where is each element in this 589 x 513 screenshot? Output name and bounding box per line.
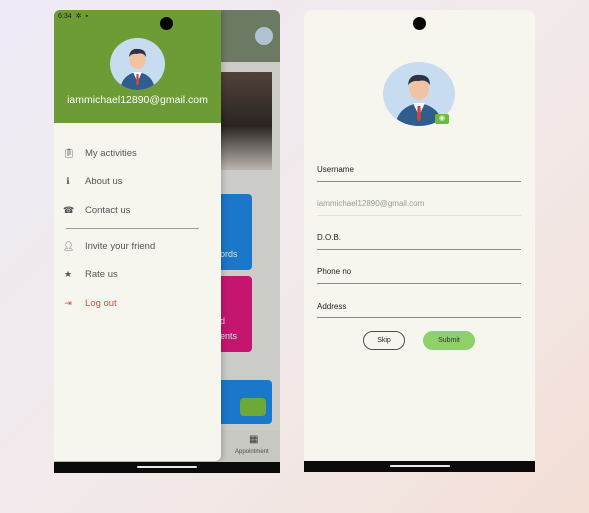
menu-item-rate-us[interactable]: ★ Rate us bbox=[54, 264, 221, 284]
navigation-drawer: 6:34 ✲ ▪ iammichael12890@gmail.com 📋︎ My… bbox=[54, 10, 221, 461]
submit-button[interactable]: Submit bbox=[423, 331, 475, 350]
system-nav-bar bbox=[304, 461, 535, 472]
front-camera bbox=[160, 17, 173, 30]
camera-edit-icon[interactable]: ◉ bbox=[435, 114, 449, 124]
email-field[interactable]: iammichael12890@gmail.com bbox=[317, 199, 424, 208]
menu-item-log-out[interactable]: ⇥ Log out bbox=[54, 293, 221, 313]
person-add-icon: 👤︎ bbox=[63, 240, 75, 251]
front-camera bbox=[413, 17, 426, 30]
clipboard-icon: 📋︎ bbox=[63, 147, 75, 158]
home-gesture-pill[interactable] bbox=[137, 466, 197, 468]
sim-status-icon: ▪ bbox=[85, 12, 88, 20]
menu-item-about-us[interactable]: ℹ︎ About us bbox=[54, 171, 221, 191]
phone-field[interactable] bbox=[317, 283, 521, 284]
address-label: Address bbox=[317, 302, 347, 311]
settings-status-icon: ✲ bbox=[75, 13, 82, 20]
menu-label-contact-us: Contact us bbox=[85, 204, 131, 216]
dob-label: D.O.B. bbox=[317, 233, 342, 242]
drawer-divider bbox=[66, 228, 199, 229]
email-field-underline bbox=[317, 215, 521, 216]
phone-label: Phone no bbox=[317, 267, 352, 276]
skip-button[interactable]: Skip bbox=[363, 331, 405, 350]
phone-icon: ☎︎ bbox=[63, 204, 75, 215]
drawer-header: 6:34 ✲ ▪ iammichael12890@gmail.com bbox=[54, 10, 221, 123]
menu-label-invite-friend: Invite your friend bbox=[85, 240, 156, 252]
address-field[interactable] bbox=[317, 317, 521, 318]
status-bar: 6:34 ✲ ▪ bbox=[58, 12, 88, 21]
drawer-email: iammichael12890@gmail.com bbox=[67, 94, 208, 106]
right-phone-screen: ◉ Username iammichael12890@gmail.com D.O… bbox=[304, 10, 535, 472]
menu-item-invite-friend[interactable]: 👤︎ Invite your friend bbox=[54, 236, 221, 256]
menu-label-rate-us: Rate us bbox=[85, 268, 118, 280]
logout-icon: ⇥ bbox=[64, 297, 72, 308]
star-icon: ★ bbox=[63, 268, 73, 279]
left-phone-screen: ords d ents ▦ Appointment 6:34 ✲ ▪ iammi… bbox=[54, 10, 280, 473]
info-icon: ℹ︎ bbox=[66, 175, 70, 186]
menu-label-my-activities: My activities bbox=[85, 147, 137, 159]
menu-item-contact-us[interactable]: ☎︎ Contact us bbox=[54, 200, 221, 220]
status-time: 6:34 bbox=[58, 12, 72, 20]
menu-label-log-out: Log out bbox=[85, 297, 117, 309]
menu-label-about-us: About us bbox=[85, 175, 123, 187]
profile-avatar[interactable] bbox=[110, 38, 165, 90]
home-gesture-pill[interactable] bbox=[389, 465, 450, 467]
dob-field[interactable] bbox=[317, 249, 521, 250]
username-label: Username bbox=[317, 165, 354, 174]
system-nav-bar bbox=[54, 462, 280, 473]
username-field[interactable] bbox=[317, 181, 521, 182]
menu-item-my-activities[interactable]: 📋︎ My activities bbox=[54, 143, 221, 163]
